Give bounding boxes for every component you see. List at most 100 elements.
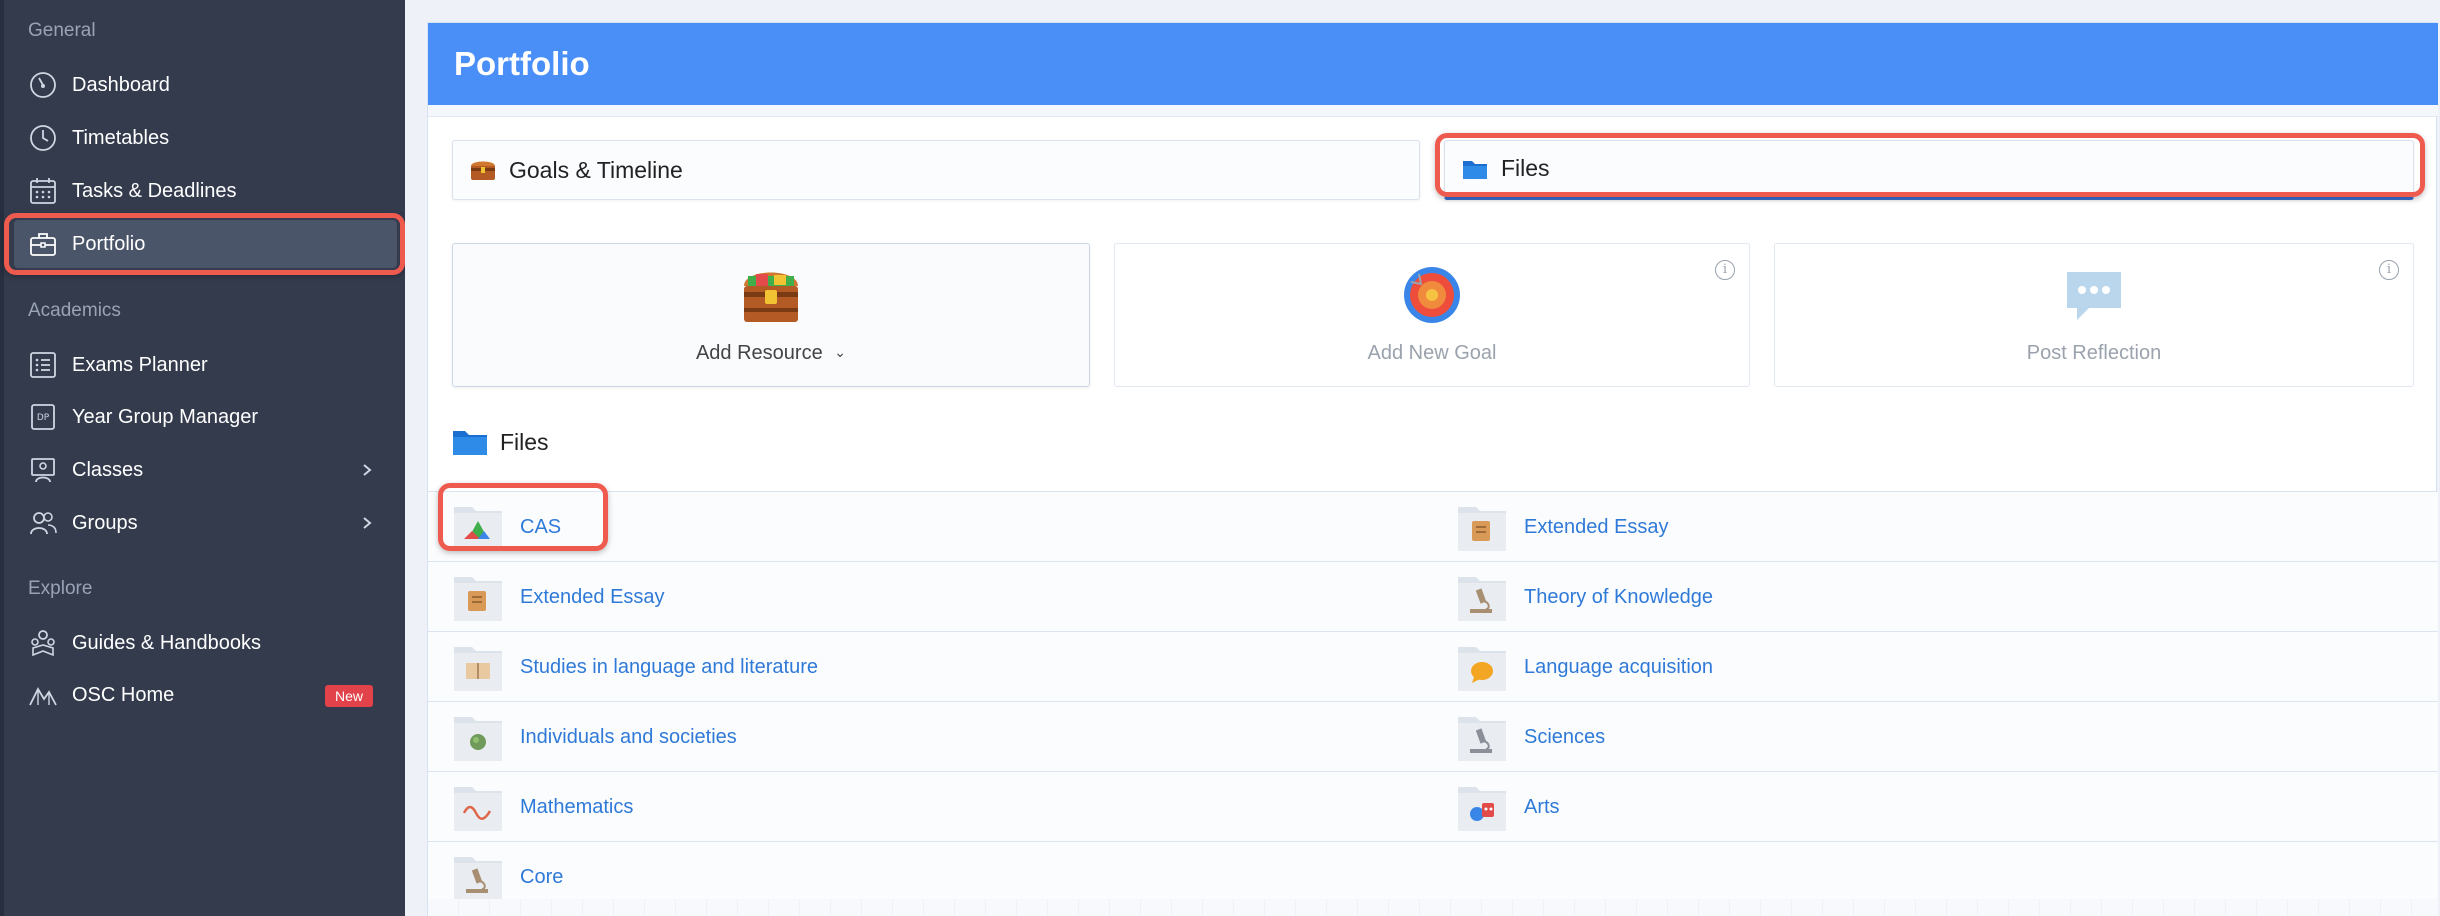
briefcase-icon: [28, 229, 58, 259]
gauge-icon: [28, 70, 58, 100]
folder-name: CAS: [520, 515, 562, 538]
header-subbar: [428, 105, 2438, 117]
calendar-icon: [28, 176, 58, 206]
folder-name: Mathematics: [520, 795, 634, 818]
target-icon: [1404, 267, 1460, 323]
scroll-folder-icon: [454, 577, 502, 621]
folder-icon: [453, 431, 487, 455]
post-reflection-label: Post Reflection: [2026, 342, 2162, 364]
people-book-icon: [28, 628, 58, 658]
add-resource-label: Add Resource: [695, 342, 823, 364]
treasure-chest-icon: [744, 272, 798, 322]
sidebar-item-label: Classes: [72, 458, 144, 481]
folder-name: Extended Essay: [520, 585, 665, 608]
sidebar: General Dashboard Timetables Tasks & Dea…: [0, 0, 405, 916]
clock-icon: [28, 123, 58, 153]
sidebar-item-dashboard[interactable]: Dashboard: [14, 61, 397, 109]
tab-goals-timeline[interactable]: Goals & Timeline: [452, 140, 1420, 200]
sidebar-item-osc-home[interactable]: OSC Home New: [14, 671, 397, 719]
files-heading-label: Files: [500, 428, 549, 455]
sidebar-item-tasks[interactable]: Tasks & Deadlines: [14, 167, 397, 215]
section-explore: Explore: [28, 578, 93, 599]
sidebar-item-label: Tasks & Deadlines: [72, 179, 237, 202]
page-title: Portfolio: [454, 45, 590, 82]
treasure-chest-icon: [471, 161, 495, 180]
add-new-goal-card[interactable]: Add New Goal i: [1114, 243, 1750, 387]
sidebar-item-label: Year Group Manager: [72, 405, 259, 428]
folder-name: Individuals and societies: [520, 725, 737, 748]
sidebar-item-exams[interactable]: Exams Planner: [14, 341, 397, 389]
sidebar-item-label: Exams Planner: [72, 353, 208, 376]
folder-language-acquisition[interactable]: Language acquisition: [1456, 632, 1713, 702]
folder-sciences[interactable]: Sciences: [1456, 702, 1605, 772]
chevron-down-icon: ⌄: [834, 344, 847, 360]
info-icon[interactable]: i: [1715, 260, 1735, 280]
folder-row: Extended Essay Theory of Knowledge: [428, 561, 2438, 631]
folder-name: Language acquisition: [1524, 655, 1714, 678]
tab-files[interactable]: Files: [1444, 140, 2414, 200]
chevron-right-icon: [363, 517, 372, 529]
dp-book-icon: DP: [28, 402, 58, 432]
folder-extended-essay[interactable]: Extended Essay: [1456, 492, 1669, 562]
card-label: Add Resource ⌄: [453, 342, 1089, 365]
sidebar-item-label: Groups: [72, 511, 138, 534]
folder-name: Studies in language and literature: [520, 655, 818, 678]
add-resource-card[interactable]: Add Resource ⌄: [452, 243, 1090, 387]
section-general: General: [28, 20, 96, 41]
arts-folder-icon: [1458, 787, 1506, 831]
microscope-folder-icon: [1458, 717, 1506, 761]
microscope-folder-icon: [454, 857, 502, 901]
folder-cas[interactable]: CAS: [452, 492, 561, 562]
folder-extended-essay-2[interactable]: Extended Essay: [452, 562, 665, 632]
folder-row: Mathematics Arts: [428, 771, 2438, 841]
sidebar-item-portfolio[interactable]: Portfolio: [14, 220, 397, 268]
folder-name: Arts: [1524, 795, 1560, 818]
folder-individuals-societies[interactable]: Individuals and societies: [452, 702, 737, 772]
mountain-icon: [28, 680, 58, 710]
wave-folder-icon: [454, 787, 502, 831]
sidebar-item-year-group[interactable]: DP Year Group Manager: [14, 393, 397, 441]
info-icon[interactable]: i: [2379, 260, 2399, 280]
speech-folder-icon: [1458, 647, 1506, 691]
sidebar-item-timetables[interactable]: Timetables: [14, 114, 397, 162]
book-folder-icon: [454, 647, 502, 691]
folder-name: Extended Essay: [1524, 515, 1669, 538]
sidebar-item-guides[interactable]: Guides & Handbooks: [14, 619, 397, 667]
files-heading: Files: [452, 427, 549, 457]
post-reflection-card[interactable]: Post Reflection i: [1774, 243, 2414, 387]
folder-arts[interactable]: Arts: [1456, 772, 1560, 842]
globe-folder-icon: [454, 717, 502, 761]
cas-folder-icon: [454, 507, 502, 551]
folder-name: Sciences: [1524, 725, 1606, 748]
main-area: Portfolio Goals & Timeline Files Add Res…: [405, 0, 2440, 916]
users-icon: [28, 508, 58, 538]
sidebar-item-classes[interactable]: Classes: [14, 446, 397, 494]
bottom-texture: [428, 899, 2438, 916]
page-header: Portfolio: [428, 23, 2438, 105]
folder-row: Individuals and societies Sciences: [428, 701, 2438, 771]
sidebar-item-label: OSC Home: [72, 683, 175, 706]
add-goal-label: Add New Goal: [1367, 342, 1497, 364]
chevron-right-icon: [363, 464, 372, 476]
teacher-icon: [28, 455, 58, 485]
folder-name: Theory of Knowledge: [1524, 585, 1714, 608]
new-badge: New: [324, 685, 373, 707]
sidebar-item-label: Portfolio: [72, 232, 146, 255]
list-icon: [28, 350, 58, 380]
sidebar-edge: [0, 0, 4, 916]
dp-icon-text: DP: [37, 413, 50, 423]
folder-icon: [1463, 160, 1487, 179]
tab-label: Files: [1501, 155, 1550, 181]
microscope-folder-icon: [1458, 577, 1506, 621]
sidebar-item-label: Timetables: [72, 126, 170, 149]
tab-label: Goals & Timeline: [509, 156, 683, 183]
scroll-folder-icon: [1458, 507, 1506, 551]
folder-mathematics[interactable]: Mathematics: [452, 772, 633, 842]
folder-theory-of-knowledge[interactable]: Theory of Knowledge: [1456, 562, 1713, 632]
speech-bubble-icon: [2067, 272, 2121, 320]
folder-studies-language-literature[interactable]: Studies in language and literature: [452, 632, 818, 702]
sidebar-item-groups[interactable]: Groups: [14, 499, 397, 547]
sidebar-item-label: Dashboard: [72, 73, 170, 96]
folder-name: Core: [520, 865, 564, 888]
section-academics: Academics: [28, 300, 121, 321]
